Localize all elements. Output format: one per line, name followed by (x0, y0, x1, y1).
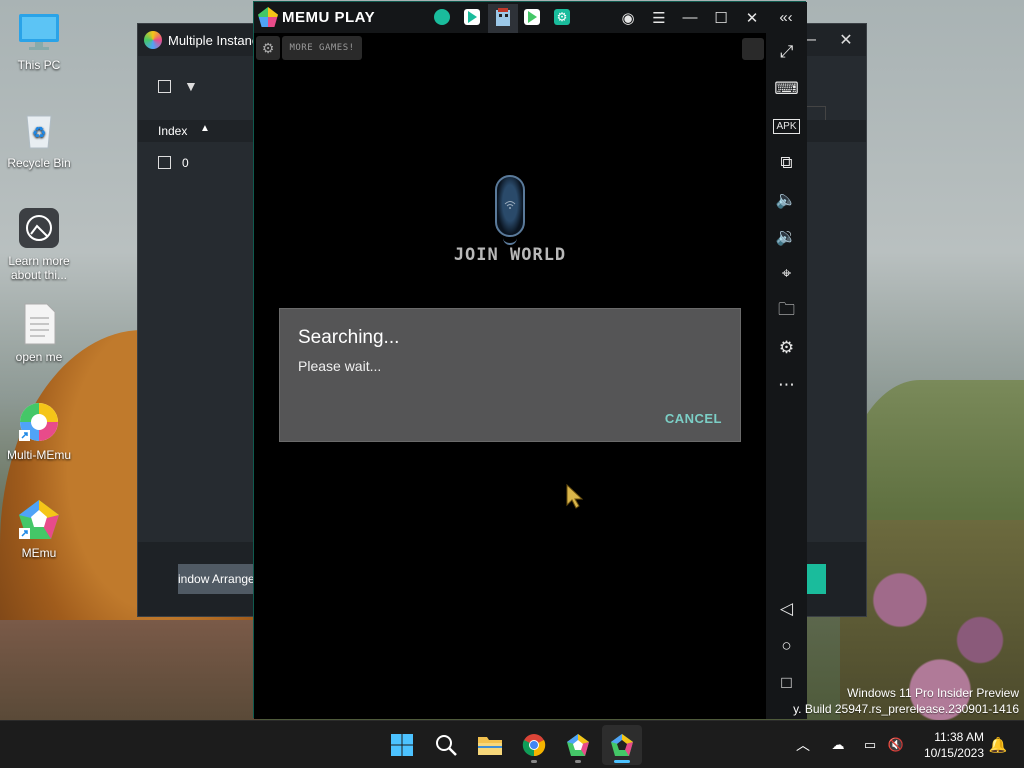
minimize-button[interactable]: — (675, 2, 705, 33)
settings-app-icon[interactable]: ⚙ (554, 9, 570, 25)
notification-bell-icon[interactable]: 🔔 (988, 735, 1008, 755)
text-file-icon (17, 302, 61, 346)
settings-icon[interactable]: ⚙ (766, 331, 807, 365)
desktop-icon-learn-more[interactable]: Learn more about thi... (1, 206, 77, 282)
volume-muted-icon[interactable]: 🔇 (886, 735, 906, 755)
chrome-button[interactable] (514, 725, 554, 765)
memu-titlebar[interactable]: MEMU PLAY ⚙ ◉ ☰ — ☐ ✕ «‹ (254, 2, 807, 33)
search-icon (436, 735, 457, 756)
cancel-button[interactable]: CANCEL (665, 411, 722, 426)
watermark-line-2: y. Build 25947.rs_prerelease.230901-1416 (793, 702, 1019, 716)
more-options-icon[interactable]: ⋯ (766, 368, 807, 402)
window-arrange-button[interactable]: indow Arrange (178, 564, 254, 594)
close-button[interactable]: ✕ (737, 2, 767, 33)
apk-install-icon[interactable]: APK (766, 109, 807, 143)
clock-date: 10/15/2023 (923, 746, 984, 760)
windows-logo-icon (391, 734, 413, 756)
filter-icon[interactable]: ▼ (184, 78, 198, 94)
multi-memu-logo-icon (144, 31, 162, 49)
row-index: 0 (182, 156, 189, 170)
menu-icon[interactable]: ☰ (644, 2, 674, 33)
row-checkbox[interactable] (158, 156, 171, 169)
select-all-checkbox[interactable] (158, 80, 171, 93)
desktop-icon-label: open me (15, 350, 63, 364)
game-tab[interactable] (488, 4, 518, 33)
learn-more-icon (17, 206, 61, 250)
capsule-stand (503, 235, 517, 245)
close-button[interactable]: ✕ (828, 24, 864, 56)
desktop-icon-multi-memu[interactable]: Multi-MEmu (1, 400, 77, 462)
app-store-icon[interactable] (434, 9, 450, 25)
desktop-icon-label: Multi-MEmu (6, 448, 71, 462)
desktop-icon-label: Learn more about thi... (8, 254, 70, 282)
account-icon[interactable]: ◉ (613, 2, 643, 33)
desktop-icon-recycle-bin[interactable]: ♻ Recycle Bin (1, 108, 77, 170)
file-explorer-button[interactable] (470, 725, 510, 765)
keyboard-icon[interactable]: ⌨ (766, 72, 807, 106)
fullscreen-icon[interactable]: ⤢ (766, 35, 807, 69)
svg-text:♻: ♻ (32, 125, 46, 142)
join-world-capsule-icon (495, 175, 525, 237)
sort-asc-icon: ▲ (200, 123, 210, 134)
game-screen[interactable]: JOIN WORLD Searching... Please wait... C… (254, 63, 766, 719)
network-icon[interactable]: ▭ (860, 735, 880, 755)
notification-icon[interactable] (742, 38, 764, 60)
new-instance-button[interactable] (804, 564, 826, 594)
show-hidden-icons-chevron[interactable]: ︿ (796, 735, 810, 755)
desktop-icon-label: MEmu (21, 546, 57, 560)
maximize-button[interactable]: ☐ (706, 2, 736, 33)
desktop-icon-label: This PC (17, 58, 61, 72)
memu-sidebar: ⤢ ⌨ APK ⧉ 🔈 🔉 ⌖ 🗀 ⚙ ⋯ ◁ ○ □ (766, 33, 807, 719)
memu-logo: MEMU PLAY (258, 7, 375, 27)
back-nav-icon[interactable]: ◁ (766, 592, 807, 626)
onedrive-icon[interactable]: ☁ (828, 735, 848, 755)
taskbar: ︿ ☁ ▭ 🔇 11:38 AM 10/15/2023 🔔 (0, 720, 1024, 768)
play-store-icon[interactable] (464, 9, 480, 25)
memu-logo-icon (258, 7, 278, 27)
folder-icon[interactable]: 🗀 (766, 294, 807, 328)
memu-logo-text: MEMU PLAY (282, 8, 376, 26)
join-world-title: JOIN WORLD (453, 245, 567, 265)
searching-dialog: Searching... Please wait... CANCEL (279, 308, 741, 442)
desktop-icon-label: Recycle Bin (7, 156, 71, 170)
chrome-icon (522, 734, 546, 757)
more-games-button[interactable]: MORE GAMES! (282, 36, 362, 60)
recycle-bin-icon: ♻ (17, 108, 61, 152)
folder-icon (478, 737, 502, 755)
memu-icon (611, 734, 633, 756)
system-clock[interactable]: 11:38 AM 10/15/2023 (914, 729, 984, 761)
clock-time: 11:38 AM (934, 730, 984, 744)
volume-up-icon[interactable]: 🔈 (766, 183, 807, 217)
multi-memu-taskbar-button[interactable] (558, 725, 598, 765)
column-index-header[interactable]: Index (158, 124, 187, 138)
start-button[interactable] (382, 725, 422, 765)
desktop-icon-open-me[interactable]: open me (1, 302, 77, 364)
play-store-icon-2[interactable] (524, 9, 540, 25)
windows-watermark: Windows 11 Pro Insider Preview y. Build … (793, 685, 1019, 717)
add-window-icon[interactable]: ⧉ (766, 146, 807, 180)
memu-taskbar-button[interactable] (602, 725, 642, 765)
search-button[interactable] (426, 725, 466, 765)
dialog-message: Please wait... (298, 358, 382, 374)
watermark-line-1: Windows 11 Pro Insider Preview (847, 686, 1019, 700)
multi-window-title: Multiple Instanc (168, 32, 259, 48)
multi-memu-icon (567, 734, 589, 756)
collapse-sidebar-icon[interactable]: «‹ (771, 2, 801, 33)
memu-sub-toolbar: ⚙ MORE GAMES! (254, 33, 766, 63)
desktop-icon-memu[interactable]: MEmu (1, 498, 77, 560)
volume-down-icon[interactable]: 🔉 (766, 220, 807, 254)
memu-play-window: MEMU PLAY ⚙ ◉ ☰ — ☐ ✕ «‹ ⚙ MORE GAMES! ⤢… (253, 1, 807, 719)
home-nav-icon[interactable]: ○ (766, 629, 807, 663)
desktop-icon-this-pc[interactable]: This PC (1, 10, 77, 72)
monitor-icon (17, 10, 61, 54)
multi-memu-icon (17, 400, 61, 444)
memu-icon (17, 498, 61, 542)
dialog-title: Searching... (298, 327, 400, 348)
location-icon[interactable]: ⌖ (766, 257, 807, 291)
gear-icon[interactable]: ⚙ (256, 36, 280, 60)
